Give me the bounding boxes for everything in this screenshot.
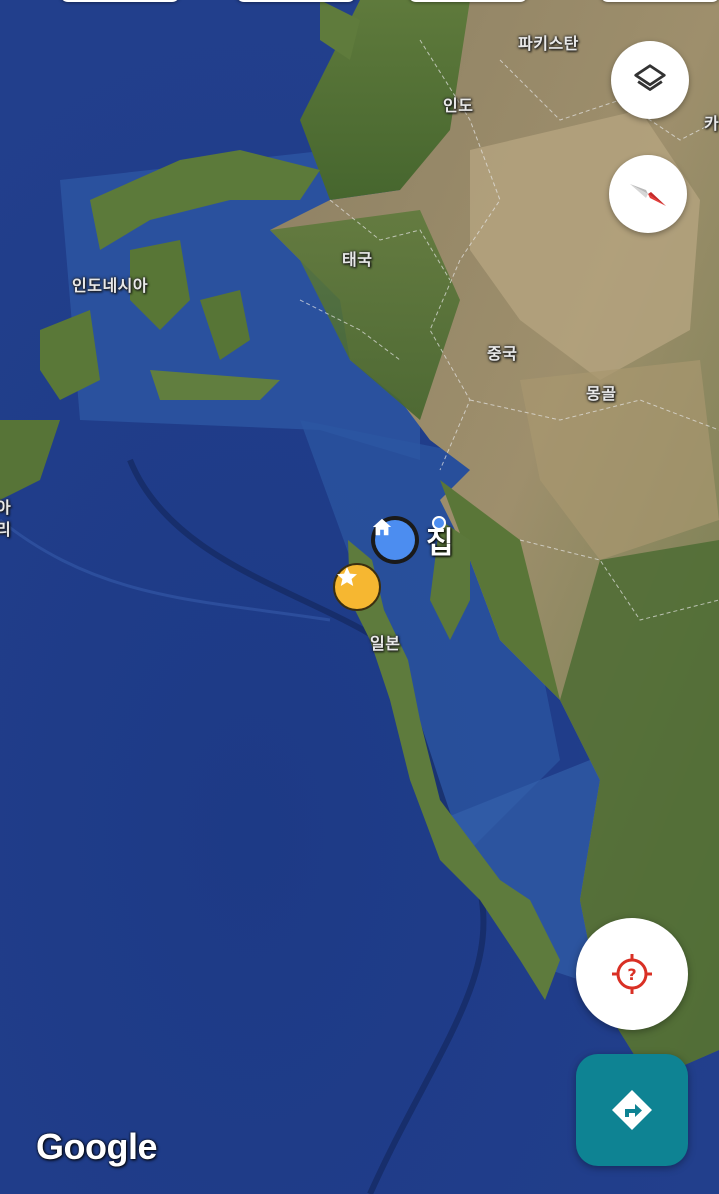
- top-chip[interactable]: [60, 0, 180, 2]
- my-location-button[interactable]: ?: [576, 918, 688, 1030]
- place-label-thailand[interactable]: 태국: [342, 246, 372, 270]
- place-label-indonesia[interactable]: 인도네시아: [72, 272, 148, 296]
- top-chip[interactable]: [236, 0, 356, 2]
- place-label-pakistan[interactable]: 파키스탄: [518, 30, 579, 54]
- location-unknown-icon: ?: [612, 954, 652, 994]
- place-label-partial-left-bottom: 리: [0, 520, 12, 539]
- directions-icon: [612, 1090, 652, 1130]
- place-label-india[interactable]: 인도: [443, 92, 473, 116]
- layers-icon: [634, 64, 666, 91]
- layers-button[interactable]: [611, 41, 689, 119]
- home-icon: [372, 518, 392, 536]
- compass-icon: [630, 184, 666, 206]
- google-logo: Google: [36, 1126, 158, 1167]
- compass-button[interactable]: [609, 155, 687, 233]
- svg-text:?: ?: [627, 965, 636, 984]
- top-chip[interactable]: [600, 0, 719, 2]
- top-chip[interactable]: [408, 0, 528, 2]
- star-icon: [337, 567, 357, 586]
- small-location-dot: [432, 516, 446, 530]
- place-label-japan[interactable]: 일본: [370, 630, 400, 654]
- home-pin[interactable]: [371, 516, 419, 564]
- place-label-partial-left-top: 아: [0, 498, 12, 517]
- place-label-mongolia[interactable]: 몽골: [586, 380, 616, 404]
- place-label-china[interactable]: 중국: [487, 340, 517, 364]
- place-label-partial-ka: 카: [704, 114, 719, 133]
- directions-button[interactable]: [576, 1054, 688, 1166]
- saved-place-pin[interactable]: [333, 563, 381, 611]
